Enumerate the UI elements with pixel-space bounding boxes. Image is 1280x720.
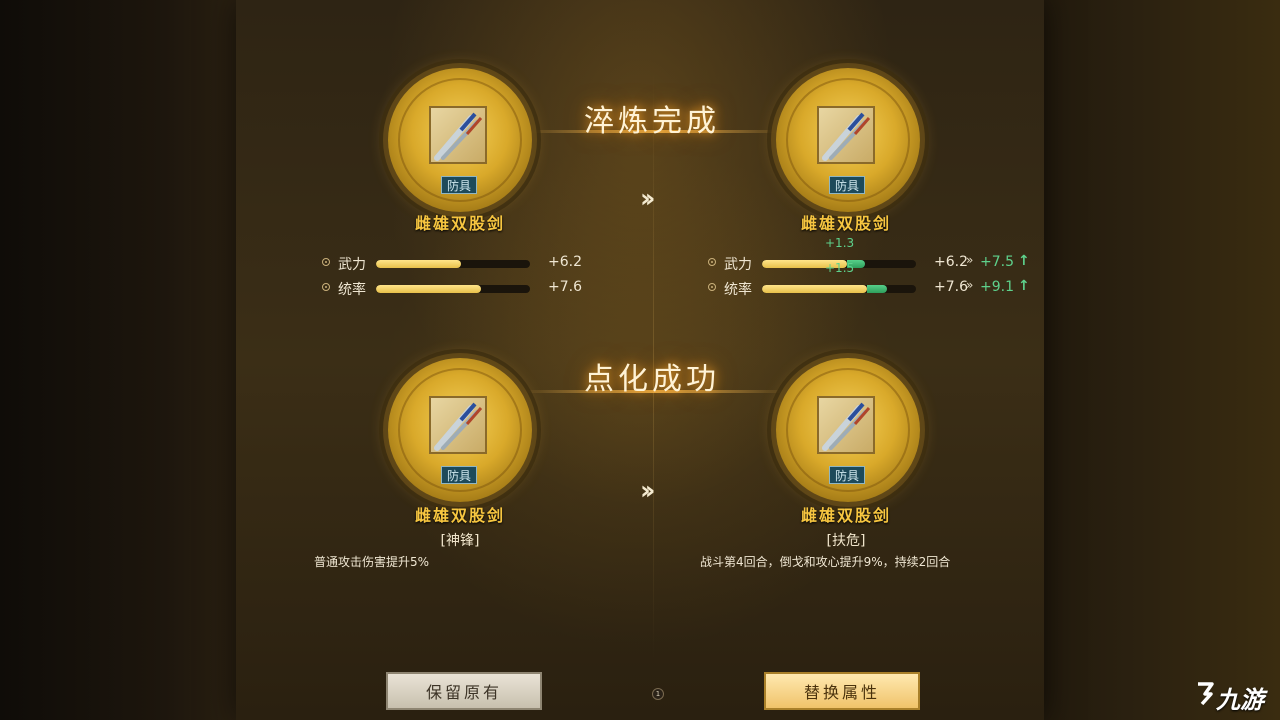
refine-title: 淬炼完成 — [584, 104, 720, 139]
after-item-medal: 防具 — [776, 358, 920, 502]
stat-label: 统率 — [724, 282, 752, 298]
stat-bar — [762, 285, 916, 293]
after-effect-description: 战斗第4回合，倒戈和攻心提升9%，持续2回合 — [700, 555, 951, 569]
item-type-badge: 防具 — [441, 466, 477, 484]
before-item-medal: 防具 — [388, 358, 532, 502]
item-type-badge: 防具 — [441, 176, 477, 194]
before-effect-description: 普通攻击伤害提升5% — [314, 555, 430, 569]
after-item-medal: 防具 — [776, 68, 920, 212]
item-type-badge: 防具 — [829, 466, 865, 484]
stat-value: +7.6 — [934, 279, 968, 295]
stat-row-before-0: 武力 +6.2 — [322, 254, 592, 274]
after-item-name: 雌雄双股剑 — [800, 506, 891, 525]
after-item-name: 雌雄双股剑 — [800, 214, 891, 233]
arrow-up-icon: ↑ — [1018, 278, 1030, 294]
watermark-logo: 九游 — [1194, 678, 1264, 714]
stat-value: +7.6 — [548, 279, 582, 295]
sword-icon — [817, 396, 875, 454]
stat-row-after-0: 武力 +1.3 +6.2 » +7.5 ↑ — [708, 236, 1038, 274]
arrow-up-icon: ↑ — [1018, 253, 1030, 269]
stat-bar-gain — [866, 285, 887, 293]
small-chevron-right-icon: » — [966, 278, 973, 292]
stat-row-after-1: 统率 +1.5 +7.6 » +9.1 ↑ — [708, 261, 1038, 299]
stat-label: 武力 — [724, 257, 752, 273]
before-item-name: 雌雄双股剑 — [414, 214, 505, 233]
background-right — [1044, 0, 1280, 720]
replace-attributes-button[interactable]: 替换属性 — [764, 672, 920, 710]
stat-bar-fill — [376, 260, 461, 268]
keep-original-button[interactable]: 保留原有 — [386, 672, 542, 710]
stat-bar-fill — [762, 285, 867, 293]
bullet-icon — [708, 258, 716, 266]
small-chevron-right-icon: » — [966, 253, 973, 267]
jiuyou-logo-icon — [1198, 682, 1214, 706]
background-left — [0, 0, 236, 720]
stat-bar — [376, 260, 530, 268]
stat-bar-fill — [376, 285, 481, 293]
stat-delta: +1.5 — [825, 261, 855, 275]
stat-label: 武力 — [338, 257, 366, 273]
item-type-badge: 防具 — [829, 176, 865, 194]
before-item-medal: 防具 — [388, 68, 532, 212]
stat-label: 统率 — [338, 282, 366, 298]
page-indicator: 1 — [652, 688, 664, 700]
bullet-icon — [322, 258, 330, 266]
stat-new-value: +9.1 — [980, 279, 1014, 295]
sword-icon — [817, 106, 875, 164]
stat-delta: +1.3 — [825, 236, 855, 250]
double-chevron-right-icon: ›› — [640, 184, 656, 214]
enlighten-title: 点化成功 — [584, 362, 720, 397]
stat-value: +6.2 — [934, 254, 968, 270]
stat-bar — [376, 285, 530, 293]
stat-new-value: +7.5 — [980, 254, 1014, 270]
bullet-icon — [322, 283, 330, 291]
stat-value: +6.2 — [548, 254, 582, 270]
before-item-name: 雌雄双股剑 — [414, 506, 505, 525]
sword-icon — [429, 106, 487, 164]
double-chevron-right-icon: ›› — [640, 476, 656, 506]
before-effect-name: [神锋] — [440, 533, 480, 549]
watermark-text: 九游 — [1216, 686, 1264, 714]
stat-row-before-1: 统率 +7.6 — [322, 279, 592, 299]
bullet-icon — [708, 283, 716, 291]
sword-icon — [429, 396, 487, 454]
after-effect-name: [扶危] — [826, 533, 866, 549]
